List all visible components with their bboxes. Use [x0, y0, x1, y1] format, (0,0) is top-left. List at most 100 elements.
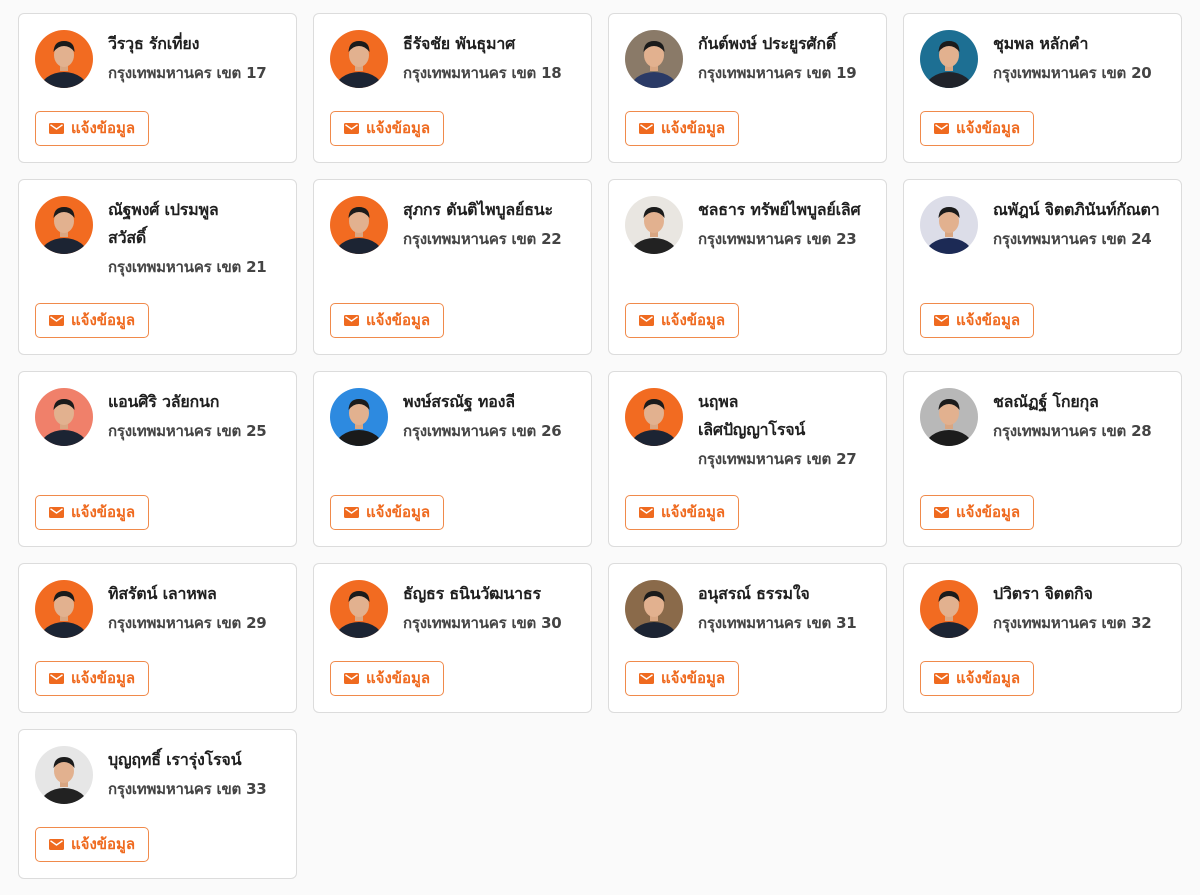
report-button-label: แจ้งข้อมูล — [366, 119, 431, 137]
portrait-image — [330, 196, 388, 254]
report-button-label: แจ้งข้อมูล — [71, 835, 136, 853]
report-button[interactable]: แจ้งข้อมูล — [920, 661, 1035, 696]
candidate-name: นฤพล เลิศปัญญาโรจน์ — [698, 392, 806, 439]
avatar — [625, 30, 683, 88]
portrait-image — [625, 196, 683, 254]
avatar — [35, 746, 93, 804]
report-button[interactable]: แจ้งข้อมูล — [920, 111, 1035, 146]
report-button[interactable]: แจ้งข้อมูล — [920, 495, 1035, 530]
report-button[interactable]: แจ้งข้อมูล — [35, 111, 150, 146]
candidate-district: กรุงเทพมหานคร เขต 30 — [403, 614, 562, 632]
report-button-label: แจ้งข้อมูล — [661, 669, 726, 687]
mail-icon — [49, 839, 64, 850]
candidate-card: ปวิตรา จิตตกิจ กรุงเทพมหานคร เขต 32 แจ้ง… — [903, 563, 1182, 713]
avatar — [625, 388, 683, 446]
avatar — [330, 580, 388, 638]
candidate-district: กรุงเทพมหานคร เขต 32 — [993, 614, 1152, 632]
portrait-image — [920, 30, 978, 88]
portrait-image — [920, 580, 978, 638]
candidate-card: ณพัฎน์ จิตตภินันท์กัณตา กรุงเทพมหานคร เข… — [903, 179, 1182, 355]
report-button-label: แจ้งข้อมูล — [956, 669, 1021, 687]
report-button[interactable]: แจ้งข้อมูล — [330, 303, 445, 338]
candidate-card: กันต์พงษ์ ประยูรศักดิ์ กรุงเทพมหานคร เขต… — [608, 13, 887, 163]
candidate-card: สุภกร ตันติไพบูลย์ธนะ กรุงเทพมหานคร เขต … — [313, 179, 592, 355]
report-button-label: แจ้งข้อมูล — [956, 119, 1021, 137]
mail-icon — [344, 507, 359, 518]
report-button[interactable]: แจ้งข้อมูล — [35, 495, 150, 530]
report-button-label: แจ้งข้อมูล — [71, 311, 136, 329]
candidate-name: ชลธาร ทรัพย์ไพบูลย์เลิศ — [698, 200, 861, 219]
candidate-card: ธีรัจชัย พันธุมาศ กรุงเทพมหานคร เขต 18 แ… — [313, 13, 592, 163]
avatar — [35, 196, 93, 254]
candidate-district: กรุงเทพมหานคร เขต 19 — [698, 64, 857, 82]
candidate-name: สุภกร ตันติไพบูลย์ธนะ — [403, 200, 553, 219]
report-button[interactable]: แจ้งข้อมูล — [35, 827, 150, 862]
mail-icon — [934, 673, 949, 684]
report-button-label: แจ้งข้อมูล — [956, 311, 1021, 329]
report-button-label: แจ้งข้อมูล — [366, 311, 431, 329]
mail-icon — [49, 315, 64, 326]
report-button[interactable]: แจ้งข้อมูล — [920, 303, 1035, 338]
candidate-card: นฤพล เลิศปัญญาโรจน์ กรุงเทพมหานคร เขต 27… — [608, 371, 887, 547]
mail-icon — [639, 123, 654, 134]
mail-icon — [344, 123, 359, 134]
candidate-district: กรุงเทพมหานคร เขต 24 — [993, 230, 1152, 248]
candidate-name: ธัญธร ธนินวัฒนาธร — [403, 584, 541, 603]
candidate-district: กรุงเทพมหานคร เขต 26 — [403, 422, 562, 440]
candidate-name: ชลณัฏฐ์ โกยกุล — [993, 392, 1099, 411]
candidate-district: กรุงเทพมหานคร เขต 23 — [698, 230, 857, 248]
candidate-card: พงษ์สรณัฐ ทองลี กรุงเทพมหานคร เขต 26 แจ้… — [313, 371, 592, 547]
mail-icon — [934, 315, 949, 326]
avatar — [625, 580, 683, 638]
portrait-image — [330, 580, 388, 638]
candidate-name: อนุสรณ์ ธรรมใจ — [698, 584, 810, 603]
candidate-name: ปวิตรา จิตตกิจ — [993, 584, 1093, 603]
candidate-name: กันต์พงษ์ ประยูรศักดิ์ — [698, 34, 837, 53]
portrait-image — [35, 196, 93, 254]
report-button-label: แจ้งข้อมูล — [956, 503, 1021, 521]
candidate-name: ณพัฎน์ จิตตภินันท์กัณตา — [993, 200, 1160, 219]
candidate-district: กรุงเทพมหานคร เขต 31 — [698, 614, 857, 632]
candidate-name: ธีรัจชัย พันธุมาศ — [403, 34, 516, 53]
report-button[interactable]: แจ้งข้อมูล — [625, 303, 740, 338]
candidate-name: วีรวุธ รักเที่ยง — [108, 34, 200, 53]
avatar — [330, 388, 388, 446]
report-button-label: แจ้งข้อมูล — [71, 119, 136, 137]
candidate-name: บุญฤทธิ์ เรารุ่งโรจน์ — [108, 750, 242, 769]
report-button[interactable]: แจ้งข้อมูล — [35, 303, 150, 338]
report-button-label: แจ้งข้อมูล — [661, 503, 726, 521]
mail-icon — [934, 507, 949, 518]
avatar — [920, 30, 978, 88]
candidate-district: กรุงเทพมหานคร เขต 18 — [403, 64, 562, 82]
mail-icon — [639, 315, 654, 326]
report-button[interactable]: แจ้งข้อมูล — [330, 111, 445, 146]
report-button-label: แจ้งข้อมูล — [661, 119, 726, 137]
candidate-card: ธัญธร ธนินวัฒนาธร กรุงเทพมหานคร เขต 30 แ… — [313, 563, 592, 713]
report-button[interactable]: แจ้งข้อมูล — [625, 111, 740, 146]
portrait-image — [35, 580, 93, 638]
candidate-card: วีรวุธ รักเที่ยง กรุงเทพมหานคร เขต 17 แจ… — [18, 13, 297, 163]
candidate-card: อนุสรณ์ ธรรมใจ กรุงเทพมหานคร เขต 31 แจ้ง… — [608, 563, 887, 713]
candidate-district: กรุงเทพมหานคร เขต 21 — [108, 258, 267, 276]
avatar — [920, 196, 978, 254]
candidate-card: แอนศิริ วลัยกนก กรุงเทพมหานคร เขต 25 แจ้… — [18, 371, 297, 547]
candidate-district: กรุงเทพมหานคร เขต 22 — [403, 230, 562, 248]
avatar — [920, 388, 978, 446]
candidate-district: กรุงเทพมหานคร เขต 27 — [698, 450, 857, 468]
report-button[interactable]: แจ้งข้อมูล — [330, 495, 445, 530]
report-button[interactable]: แจ้งข้อมูล — [330, 661, 445, 696]
mail-icon — [344, 673, 359, 684]
portrait-image — [625, 580, 683, 638]
candidate-card: ชลณัฏฐ์ โกยกุล กรุงเทพมหานคร เขต 28 แจ้ง… — [903, 371, 1182, 547]
mail-icon — [934, 123, 949, 134]
report-button[interactable]: แจ้งข้อมูล — [625, 661, 740, 696]
candidate-district: กรุงเทพมหานคร เขต 29 — [108, 614, 267, 632]
mail-icon — [49, 123, 64, 134]
report-button-label: แจ้งข้อมูล — [366, 503, 431, 521]
report-button[interactable]: แจ้งข้อมูล — [625, 495, 740, 530]
report-button[interactable]: แจ้งข้อมูล — [35, 661, 150, 696]
candidate-name: พงษ์สรณัฐ ทองลี — [403, 392, 515, 411]
mail-icon — [639, 507, 654, 518]
candidate-name: ณัฐพงศ์ เปรมพูลสวัสดิ์ — [108, 200, 219, 247]
portrait-image — [330, 388, 388, 446]
